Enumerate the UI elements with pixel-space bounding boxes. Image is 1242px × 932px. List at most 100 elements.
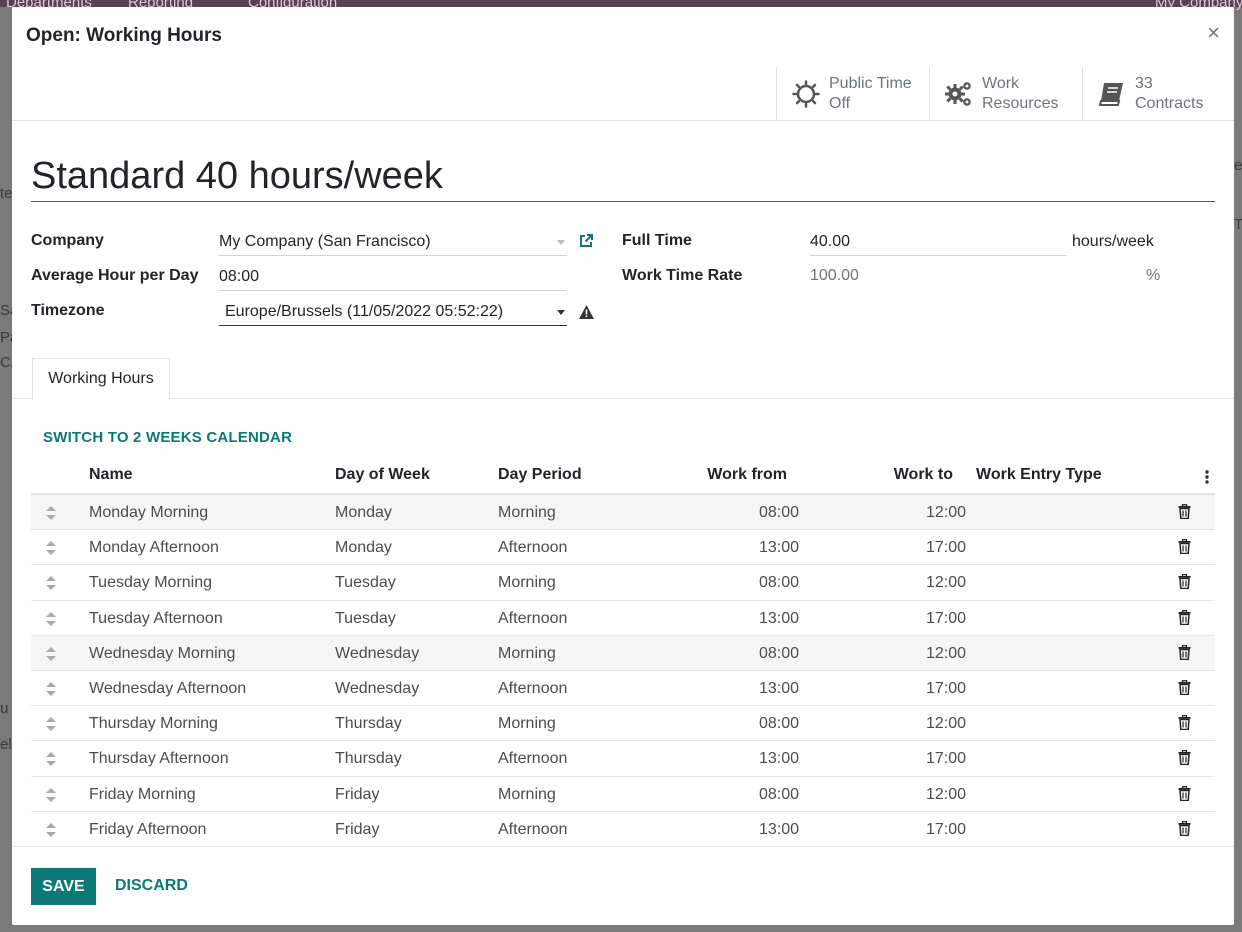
drag-handle-icon[interactable]: [46, 822, 56, 842]
record-name: Standard 40 hours/week: [31, 155, 443, 197]
trash-icon[interactable]: [1178, 609, 1191, 630]
row-work-to: 17:00: [925, 539, 966, 557]
attendance-table: Name Day of Week Day Period Work from Wo…: [31, 462, 1215, 847]
record-name-field[interactable]: Standard 40 hours/week: [31, 153, 1215, 202]
stat-line1: Work: [982, 75, 1020, 92]
col-work-from[interactable]: Work from: [691, 466, 787, 484]
dialog-header: Open: Working Hours ×: [12, 7, 1234, 65]
gears-icon: [944, 79, 974, 109]
col-day-of-week[interactable]: Day of Week: [335, 466, 430, 484]
trash-icon[interactable]: [1178, 714, 1191, 735]
drag-handle-icon[interactable]: [46, 752, 56, 771]
row-work-to: 12:00: [925, 715, 966, 733]
row-work-to: 17:00: [925, 679, 966, 697]
avg-hour-underline: [219, 290, 567, 291]
work-time-rate-value: 100.00: [810, 267, 859, 284]
contracts-button[interactable]: 33 Contracts: [1082, 67, 1234, 121]
row-name: Monday Afternoon: [89, 539, 219, 557]
col-name[interactable]: Name: [89, 466, 133, 484]
warning-icon: [578, 304, 595, 325]
table-row[interactable]: Friday Afternoon Friday Afternoon 13:00 …: [31, 812, 1215, 847]
work-resources-button[interactable]: Work Resources: [929, 67, 1082, 121]
dialog-title: Open: Working Hours: [26, 25, 222, 46]
timezone-select[interactable]: Europe/Brussels (11/05/2022 05:52:22): [225, 303, 503, 321]
row-work-from: 08:00: [758, 785, 799, 803]
row-name: Tuesday Afternoon: [89, 609, 223, 627]
contracts-label: 33 Contracts: [1135, 74, 1203, 114]
drag-handle-icon[interactable]: [46, 541, 56, 560]
tab-working-hours[interactable]: Working Hours: [32, 358, 170, 400]
smart-button-box: Public Time Off Work Resources 33 Contra…: [12, 65, 1234, 121]
row-work-from: 13:00: [758, 679, 799, 697]
table-row[interactable]: Wednesday Afternoon Wednesday Afternoon …: [31, 671, 1215, 707]
drag-handle-icon[interactable]: [46, 681, 56, 701]
company-dropdown-caret[interactable]: [557, 240, 565, 245]
discard-button[interactable]: DISCARD: [115, 877, 188, 895]
close-button[interactable]: ×: [1207, 22, 1220, 44]
row-day-of-week: Wednesday: [335, 644, 420, 662]
row-name: Friday Morning: [89, 785, 196, 803]
avg-hour-value[interactable]: 08:00: [219, 268, 259, 286]
row-day-of-week: Wednesday: [335, 679, 420, 697]
trash-icon[interactable]: [1178, 785, 1191, 806]
table-row[interactable]: Monday Afternoon Monday Afternoon 13:00 …: [31, 530, 1215, 566]
row-name: Thursday Afternoon: [89, 750, 229, 768]
row-day-of-week: Monday: [335, 504, 392, 521]
row-day-of-week: Friday: [335, 785, 380, 803]
drag-handle-icon[interactable]: [46, 611, 56, 631]
contracts-count: 33: [1135, 75, 1153, 92]
save-button[interactable]: SAVE: [31, 868, 96, 905]
col-work-entry-type[interactable]: Work Entry Type: [976, 466, 1102, 484]
full-time-unit: hours/week: [1072, 233, 1154, 250]
row-name: Friday Afternoon: [89, 820, 207, 838]
row-name: Monday Morning: [89, 504, 209, 521]
table-row[interactable]: Thursday Afternoon Thursday Afternoon 13…: [31, 741, 1215, 777]
drag-handle-icon[interactable]: [46, 646, 56, 666]
book-icon: [1097, 79, 1127, 109]
trash-icon[interactable]: [1178, 574, 1191, 594]
trash-icon[interactable]: [1178, 538, 1191, 559]
drag-handle-icon[interactable]: [46, 576, 56, 595]
col-work-to[interactable]: Work to: [857, 466, 953, 484]
company-value[interactable]: My Company (San Francisco): [219, 233, 431, 251]
public-time-off-label: Public Time Off: [829, 74, 912, 114]
row-work-to: 12:00: [925, 574, 966, 592]
table-row[interactable]: Friday Morning Friday Morning 08:00 12:0…: [31, 777, 1215, 812]
row-day-period: Afternoon: [498, 750, 568, 768]
row-day-period: Afternoon: [498, 609, 568, 627]
row-work-from: 08:00: [758, 644, 799, 662]
col-day-period[interactable]: Day Period: [498, 466, 582, 484]
trash-icon[interactable]: [1178, 679, 1191, 700]
switch-two-weeks-link[interactable]: SWITCH TO 2 WEEKS CALENDAR: [43, 429, 292, 446]
row-name: Thursday Morning: [89, 715, 218, 733]
work-resources-label: Work Resources: [982, 74, 1058, 114]
drag-handle-icon[interactable]: [46, 787, 56, 807]
row-day-period: Morning: [498, 574, 556, 592]
table-row[interactable]: Monday Morning Monday Morning 08:00 12:0…: [31, 495, 1215, 531]
table-row[interactable]: Tuesday Morning Tuesday Morning 08:00 12…: [31, 565, 1215, 601]
row-day-period: Afternoon: [498, 679, 568, 697]
drag-handle-icon[interactable]: [46, 506, 56, 525]
full-time-value[interactable]: 40.00: [810, 233, 850, 251]
row-work-to: 12:00: [925, 785, 966, 803]
drag-handle-icon[interactable]: [46, 717, 56, 736]
trash-icon[interactable]: [1178, 750, 1191, 770]
table-row[interactable]: Tuesday Afternoon Tuesday Afternoon 13:0…: [31, 601, 1215, 636]
table-row[interactable]: Wednesday Morning Wednesday Morning 08:0…: [31, 635, 1215, 671]
trash-icon[interactable]: [1178, 820, 1191, 841]
public-time-off-button[interactable]: Public Time Off: [776, 67, 929, 121]
timezone-dropdown-caret[interactable]: [557, 310, 565, 315]
bg-fragment: te: [0, 185, 13, 202]
table-row[interactable]: Thursday Morning Thursday Morning 08:00 …: [31, 706, 1215, 742]
optional-columns-icon[interactable]: [1205, 470, 1209, 489]
work-time-rate-unit: %: [1146, 267, 1161, 284]
trash-icon[interactable]: [1178, 644, 1191, 665]
external-link-icon[interactable]: [578, 233, 594, 254]
row-work-from: 13:00: [758, 820, 799, 838]
full-time-label: Full Time: [622, 232, 692, 249]
row-day-of-week: Thursday: [335, 715, 402, 733]
trash-icon[interactable]: [1178, 503, 1191, 524]
company-underline: [219, 255, 567, 256]
row-day-period: Afternoon: [498, 820, 568, 838]
full-time-underline: [810, 255, 1067, 256]
